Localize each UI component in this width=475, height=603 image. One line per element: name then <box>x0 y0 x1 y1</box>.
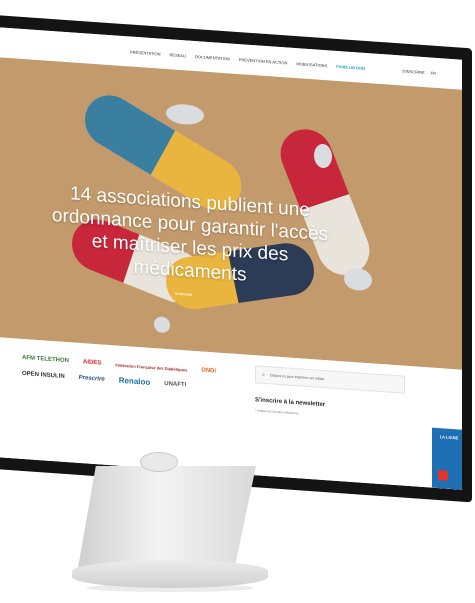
partner-logos: AFM TELETHON AIDES Fédération Française … <box>22 355 254 394</box>
side-banner[interactable]: LA LIGNE <box>432 427 462 490</box>
side-banner-label: LA LIGNE <box>439 434 459 441</box>
partner-logo: UNAFTI <box>164 380 187 388</box>
article-title: 14 associations publient une ordonnance … <box>51 183 329 286</box>
print-label: Cliquez ici pour imprimer cet article <box>269 373 325 382</box>
partner-logo: DNDi <box>201 367 217 375</box>
monitor-stand-neck <box>78 466 256 568</box>
nav-item-reseau[interactable]: RÉSEAU <box>170 52 186 58</box>
partner-logo: Prescrire <box>78 374 105 383</box>
tablet-illustration <box>166 103 204 126</box>
stand-cable-hole <box>140 452 178 472</box>
tablet-illustration <box>154 316 170 334</box>
nav-item-prevention[interactable]: PRÉVENTION EN ACTION <box>239 57 288 65</box>
language-switch[interactable]: FR <box>431 70 436 75</box>
subscribe-link[interactable]: S'INSCRIRE <box>402 68 425 75</box>
partner-logo: AIDES <box>83 359 102 367</box>
nav-item-documentation[interactable]: DOCUMENTATION <box>195 54 230 61</box>
tablet-illustration <box>314 143 332 169</box>
nav-item-donate[interactable]: FAIRE UN DON <box>336 63 365 70</box>
hero-banner: 14 associations publient une ordonnance … <box>0 56 462 370</box>
monitor-stand-base <box>72 560 268 588</box>
partner-logo: Fédération Française des Diabétiques <box>115 361 188 373</box>
banner-graphic <box>438 470 448 481</box>
main-menu: PRÉSENTATION RÉSEAU DOCUMENTATION PRÉVEN… <box>130 49 365 70</box>
printer-icon: ⎙ <box>262 372 265 377</box>
partner-logo: AFM TELETHON <box>22 354 69 365</box>
print-button[interactable]: ⎙ Cliquez ici pour imprimer cet article <box>255 365 405 394</box>
partner-logo: Renaloo <box>118 375 151 387</box>
monitor-screen: PRÉSENTATION RÉSEAU DOCUMENTATION PRÉVEN… <box>0 26 462 490</box>
partner-logo: OPEN INSULIN <box>22 370 65 380</box>
nav-item-mobilisations[interactable]: MOBILISATIONS <box>296 61 327 68</box>
article-sidebar: ⎙ Cliquez ici pour imprimer cet article … <box>255 365 405 422</box>
desktop-monitor: PRÉSENTATION RÉSEAU DOCUMENTATION PRÉVEN… <box>0 0 475 603</box>
tablet-illustration <box>344 267 372 292</box>
nav-right: S'INSCRIRE FR <box>402 68 436 75</box>
nav-item-presentation[interactable]: PRÉSENTATION <box>130 49 161 56</box>
